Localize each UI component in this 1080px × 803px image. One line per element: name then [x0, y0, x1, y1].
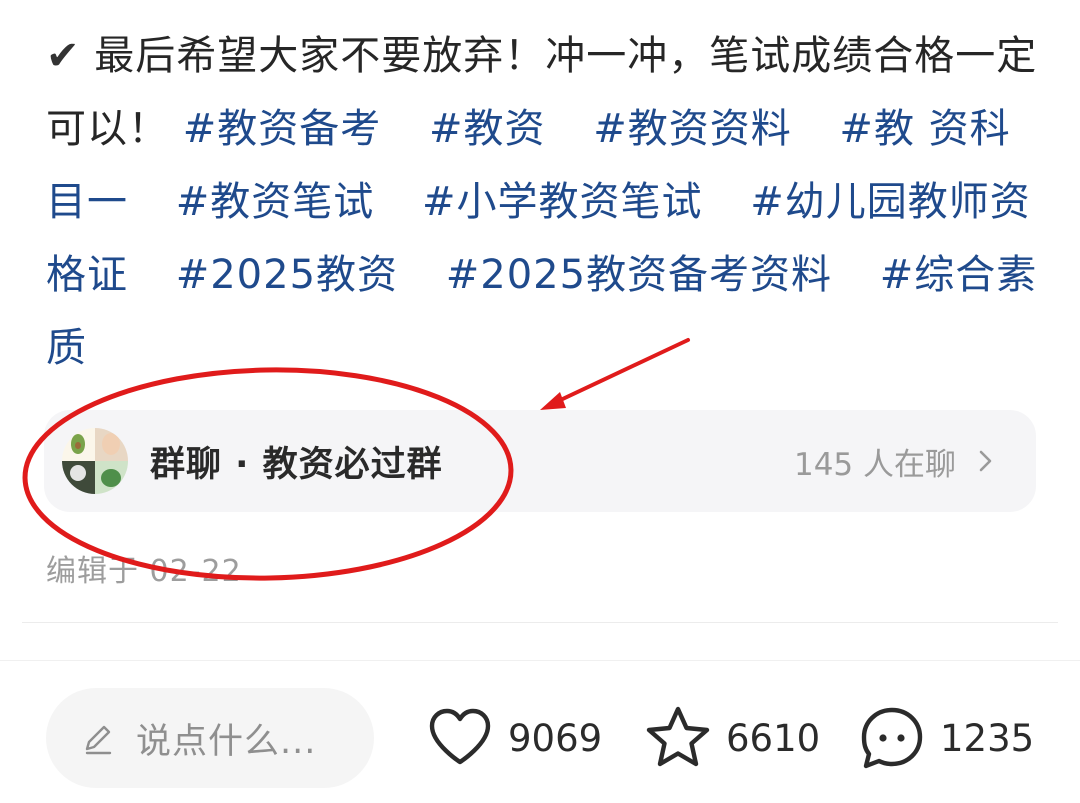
group-chat-card[interactable]: 群聊 · 教资必过群 145 人在聊 [44, 410, 1036, 512]
group-member-count: 145 人在聊 [793, 446, 956, 483]
comment-placeholder: 说点什么... [136, 721, 317, 762]
star-icon [646, 706, 710, 767]
chevron-right-icon [979, 450, 992, 472]
avatar-tile [95, 428, 128, 461]
comment-input[interactable]: 说点什么... [46, 688, 374, 788]
group-avatar [62, 428, 128, 494]
hashtag-link[interactable]: #小学教资笔试 [422, 179, 703, 225]
group-chat-status: 145 人在聊 [794, 439, 1000, 484]
person-icon [70, 465, 86, 481]
hashtag-link[interactable]: #教资备考 [183, 106, 382, 152]
hashtag-link[interactable]: #2025教资备考资料 [446, 252, 832, 298]
pencil-icon [85, 725, 112, 755]
avatar-tile [62, 461, 95, 494]
comment-count: 1235 [940, 716, 1035, 760]
annotation-arrow-head [540, 392, 566, 410]
heart-icon [429, 708, 491, 765]
avocado-icon [71, 434, 85, 454]
chat-bubble-icon [861, 707, 923, 769]
group-chat-name: 群聊 · 教资必过群 [150, 444, 443, 485]
check-mark-icon: ✔ [46, 33, 81, 79]
hashtag-link[interactable]: #2025教资 [176, 252, 398, 298]
avatar-tile [95, 461, 128, 494]
like-button[interactable]: 9069 [424, 700, 602, 776]
divider [22, 622, 1058, 623]
collect-button[interactable]: 6610 [642, 700, 820, 776]
tag-list: #教资备考 #教资 #教资资料 #教 资科目一 #教资笔试 #小学教资笔试 #幼… [46, 106, 1037, 371]
avatar-tile [62, 428, 95, 461]
leaf-icon [101, 469, 121, 487]
hashtag-link[interactable]: #教资资料 [593, 106, 792, 152]
hashtag-link[interactable]: #教资笔试 [176, 179, 375, 225]
face-icon [102, 433, 120, 455]
edit-timestamp: 编辑于 02-22 [46, 554, 242, 589]
collect-count: 6610 [726, 716, 821, 760]
post-body: ✔ 最后希望大家不要放弃！冲一冲，笔试成绩合格一定可以！ #教资备考 #教资 #… [46, 20, 1046, 385]
like-count: 9069 [508, 716, 603, 760]
hashtag-link[interactable]: #教资 [429, 106, 546, 152]
comment-button[interactable]: 1235 [856, 700, 1034, 776]
divider [0, 660, 1080, 661]
